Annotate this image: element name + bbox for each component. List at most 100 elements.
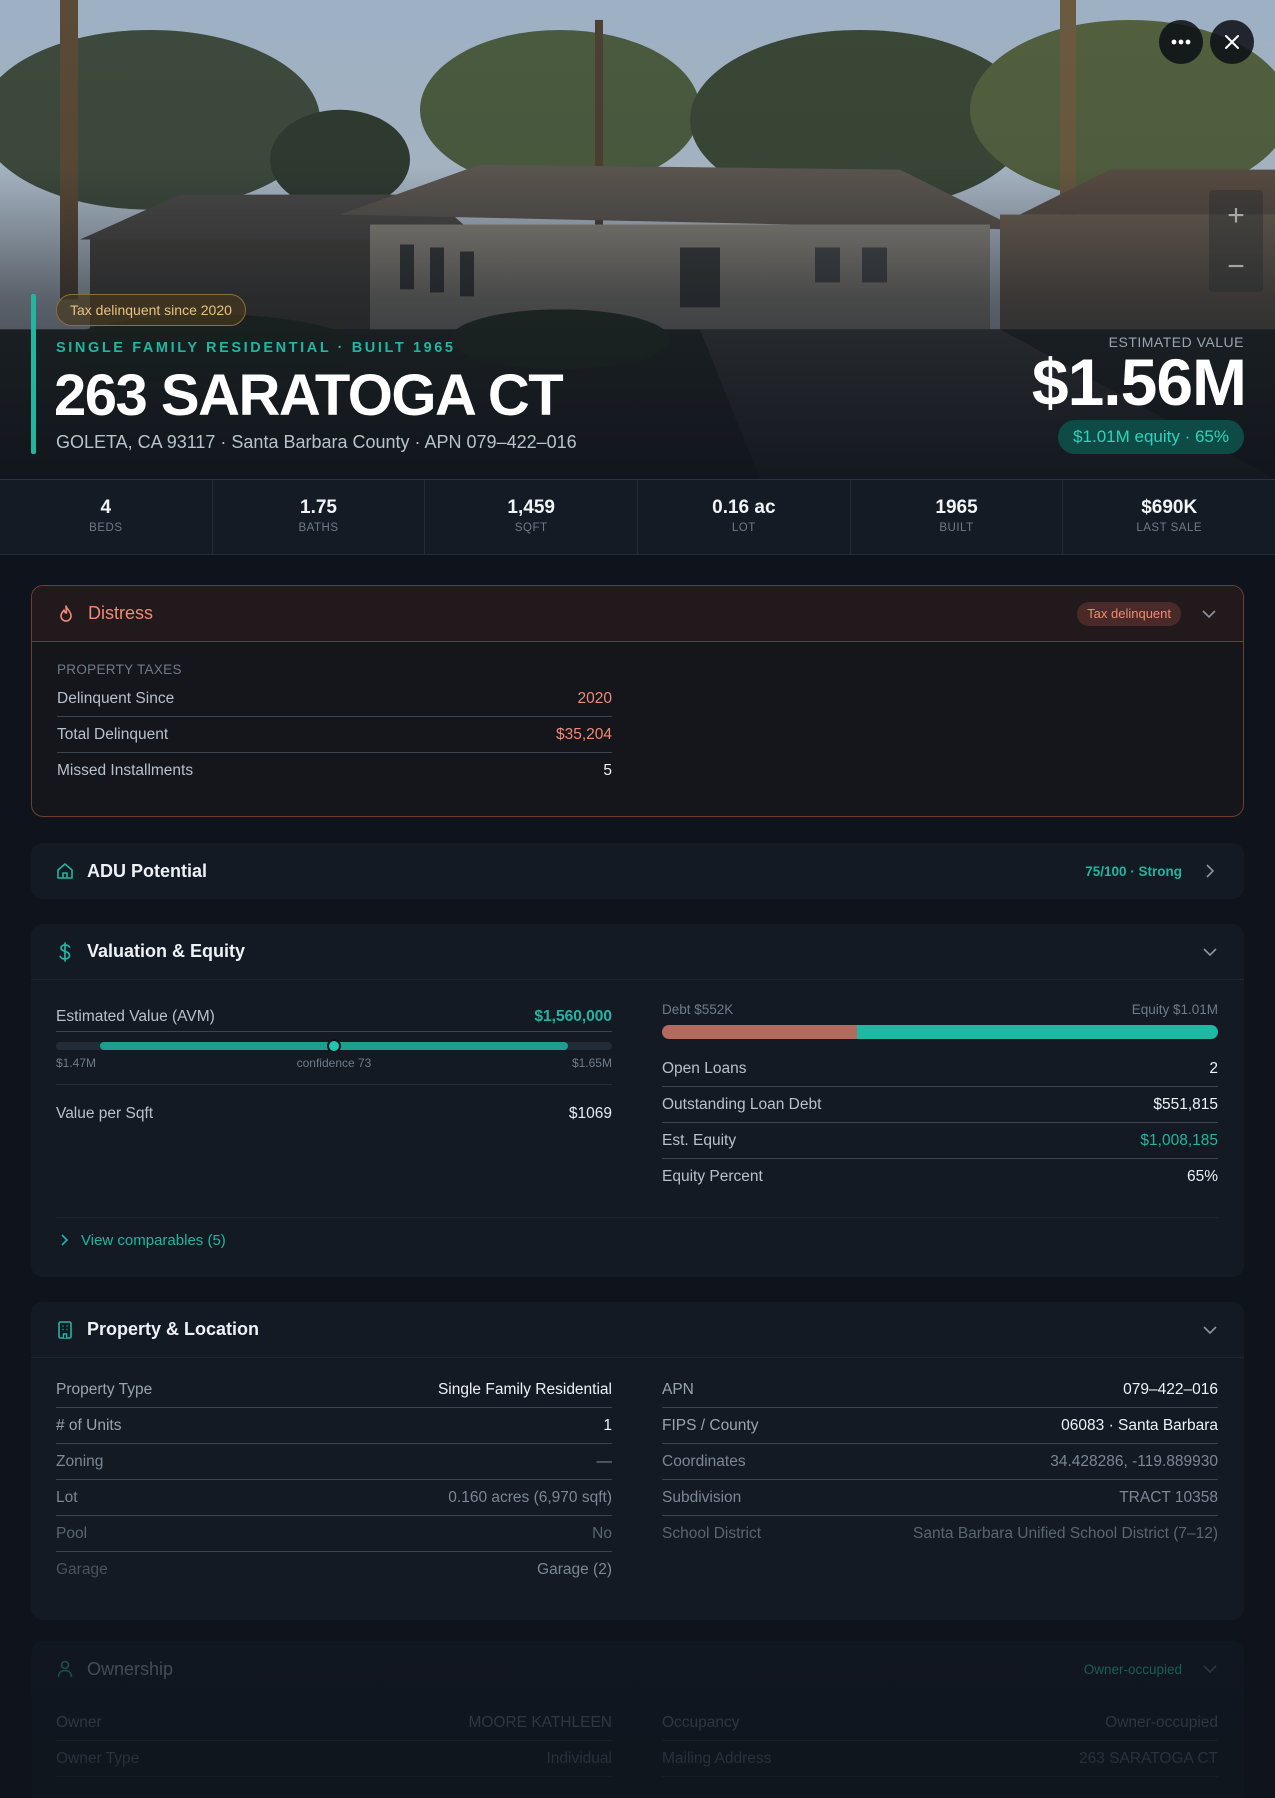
section-label: PROPERTY TAXES [57, 662, 182, 677]
ownership-right-column: Occupancy Owner-occupied Mailing Address… [662, 1705, 1218, 1777]
building-icon [55, 1320, 75, 1340]
property-header[interactable]: Property & Location [31, 1302, 1244, 1358]
close-icon [1225, 35, 1239, 49]
zoom-out-button[interactable]: − [1209, 241, 1263, 292]
equity-badge: $1.01M equity · 65% [1058, 420, 1244, 454]
row-label: Garage [56, 1561, 108, 1578]
stats-bar: 4 BEDS 1.75 BATHS 1,459 SQFT 0.16 ac LOT… [0, 480, 1275, 555]
stat-lot: 0.16 ac LOT [638, 480, 851, 554]
stat-beds: 4 BEDS [0, 480, 213, 554]
adu-potential-card[interactable]: ADU Potential 75/100 · Strong [31, 843, 1244, 899]
chevron-right-icon [61, 1233, 69, 1249]
avm-value: $1,560,000 [534, 1007, 612, 1025]
chevron-down-icon[interactable] [1200, 942, 1220, 962]
row-value: Individual [546, 1749, 613, 1767]
row-label: Property Type [56, 1380, 153, 1398]
detail-row: Equity Percent 65% [662, 1159, 1218, 1195]
chevron-down-icon[interactable] [1200, 1659, 1220, 1679]
stat-value: 1,459 [507, 497, 555, 518]
valuation-header[interactable]: Valuation & Equity [31, 924, 1244, 980]
row-value: 34.428286, -119.889930 [1050, 1452, 1218, 1470]
property-location-card: Property & Location Property Type Single… [31, 1302, 1244, 1620]
equity-label: Equity $1.01M [1131, 1002, 1218, 1017]
ownership-header[interactable]: Ownership Owner-occupied [31, 1641, 1244, 1697]
range-low: $1.47M [56, 1056, 97, 1070]
equity-segment [856, 1025, 1218, 1039]
avm-label: Estimated Value (AVM) [56, 1007, 215, 1025]
detail-row: Open Loans 2 [662, 1051, 1218, 1087]
row-label: Owner Type [56, 1749, 140, 1767]
row-label: FIPS / County [662, 1416, 759, 1434]
debt-segment [662, 1025, 857, 1039]
stat-label: BATHS [298, 522, 339, 534]
row-value: Santa Barbara Unified School District (7… [913, 1525, 1218, 1542]
detail-row: # of Units 1 [56, 1408, 612, 1444]
debt-equity-labels: Debt $552K Equity $1.01M [662, 1002, 1218, 1017]
property-type-subtitle: SINGLE FAMILY RESIDENTIAL · BUILT 1965 [56, 340, 456, 356]
detail-row: Coordinates 34.428286, -119.889930 [662, 1444, 1218, 1480]
row-label: Outstanding Loan Debt [662, 1095, 822, 1113]
row-value: 263 SARATOGA CT [1079, 1749, 1218, 1767]
close-button[interactable] [1210, 20, 1254, 64]
row-label: Zoning [56, 1452, 104, 1470]
detail-row: Mailing Address 263 SARATOGA CT [662, 1741, 1218, 1777]
detail-row: Delinquent Since 2020 [57, 681, 612, 717]
detail-row: Garage Garage (2) [56, 1552, 612, 1588]
dollar-icon [55, 941, 75, 962]
property-taxes-section: PROPERTY TAXES Delinquent Since 2020 Tot… [32, 642, 637, 789]
row-label: Equity Percent [662, 1168, 763, 1185]
ownership-card: Ownership Owner-occupied Owner MOORE KAT… [31, 1641, 1244, 1798]
ownership-left-column: Owner MOORE KATHLEEN Owner Type Individu… [56, 1705, 612, 1777]
row-value: 5 [603, 762, 612, 779]
tax-delinquent-badge: Tax delinquent since 2020 [56, 294, 246, 326]
stat-label: LOT [731, 522, 756, 534]
row-label: Est. Equity [662, 1131, 737, 1149]
more-options-button[interactable] [1159, 20, 1203, 64]
avm-section: Estimated Value (AVM) $1,560,000 $1.47M … [56, 1002, 612, 1123]
distress-header[interactable]: Distress Tax delinquent [32, 586, 1243, 642]
stat-last-sale: $690K LAST SALE [1063, 480, 1275, 554]
row-value: $1069 [568, 1105, 612, 1122]
row-value: No [592, 1524, 612, 1542]
adu-score: 75/100 · Strong [1085, 863, 1182, 879]
detail-row: Occupancy Owner-occupied [662, 1705, 1218, 1741]
zoom-in-button[interactable]: + [1209, 190, 1263, 241]
detail-row: Outstanding Loan Debt $551,815 [662, 1087, 1218, 1123]
row-value: 65% [1186, 1168, 1218, 1185]
row-value: 2 [1209, 1059, 1218, 1077]
row-label: APN [662, 1380, 694, 1398]
chevron-right-icon[interactable] [1200, 861, 1220, 881]
detail-row: FIPS / County 06083 · Santa Barbara [662, 1408, 1218, 1444]
detail-row: Property Type Single Family Residential [56, 1372, 612, 1408]
row-value: $1,008,185 [1140, 1131, 1218, 1149]
view-comparables-link[interactable]: View comparables (5) [56, 1217, 1218, 1249]
row-label: Mailing Address [662, 1749, 772, 1767]
chevron-down-icon[interactable] [1199, 604, 1219, 624]
row-value: Owner-occupied [1105, 1713, 1218, 1731]
property-address: GOLETA, CA 93117 · Santa Barbara County … [56, 432, 577, 452]
ownership-title: Ownership [87, 1658, 174, 1679]
detail-row: Lot 0.160 acres (6,970 sqft) [56, 1480, 612, 1516]
adu-header[interactable]: ADU Potential 75/100 · Strong [31, 843, 1244, 899]
detail-row: Owner MOORE KATHLEEN [56, 1705, 612, 1741]
stat-label: SQFT [514, 522, 548, 534]
row-value: 06083 · Santa Barbara [1061, 1416, 1218, 1434]
tax-delinquent-tag: Tax delinquent [1077, 601, 1181, 626]
row-label: Subdivision [662, 1488, 742, 1506]
detail-row: Owner Type Individual [56, 1741, 612, 1777]
detail-row: APN 079–422–016 [662, 1372, 1218, 1408]
row-label: Lot [56, 1488, 78, 1506]
row-value: 0.160 acres (6,970 sqft) [448, 1488, 612, 1506]
row-label: Delinquent Since [57, 689, 175, 707]
stat-value: 4 [100, 497, 112, 518]
row-label: Open Loans [662, 1059, 747, 1077]
row-value: MOORE KATHLEEN [468, 1713, 612, 1731]
avm-range-bar [56, 1039, 612, 1053]
row-value: 2020 [577, 689, 612, 707]
chevron-down-icon[interactable] [1200, 1320, 1220, 1340]
distress-card: Distress Tax delinquent PROPERTY TAXES D… [31, 585, 1244, 817]
more-horizontal-icon [1171, 39, 1191, 45]
row-label: Owner [56, 1713, 102, 1731]
row-value: Single Family Residential [437, 1380, 612, 1398]
detail-row: Missed Installments 5 [57, 753, 612, 789]
